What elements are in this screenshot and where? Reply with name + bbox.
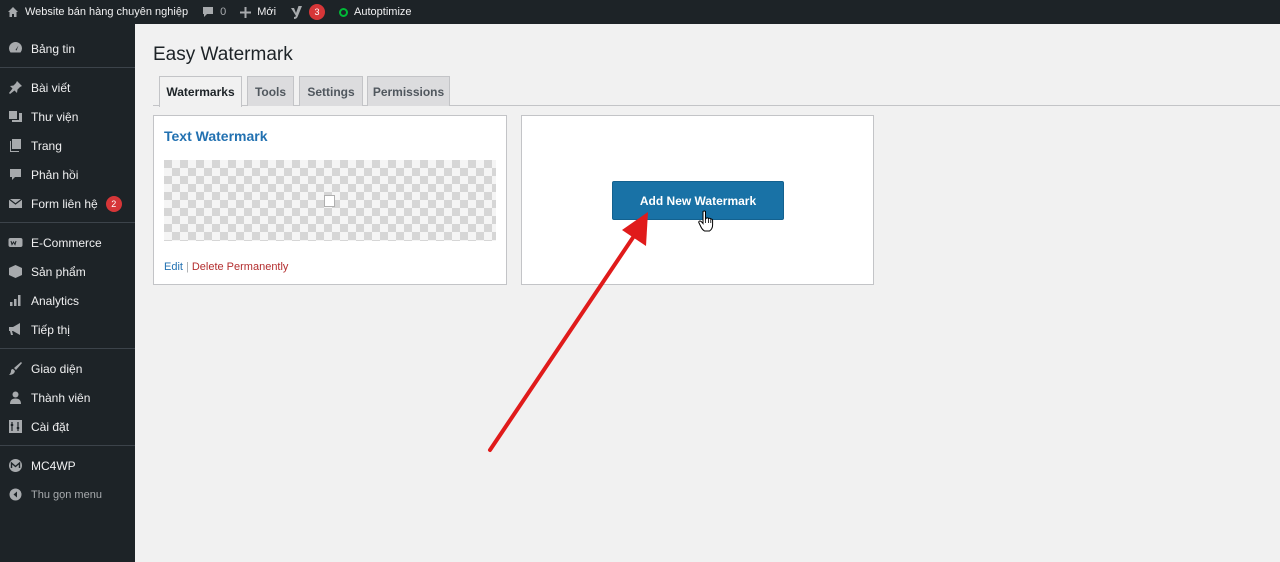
sidebar-item-label: Cài đặt <box>31 419 70 434</box>
settings-icon <box>8 419 23 434</box>
sidebar-item-dashboard[interactable]: Bảng tin <box>0 34 135 63</box>
sidebar-item-products[interactable]: Sản phẩm <box>0 257 135 286</box>
seo-badge: 3 <box>309 4 326 20</box>
admin-bar: Website bán hàng chuyên nghiệp 0 Mới 3 A… <box>0 0 1280 24</box>
autoptimize-label: Autoptimize <box>354 6 412 18</box>
sidebar-item-label: Analytics <box>31 293 80 308</box>
sidebar-item-label: Trang <box>31 138 62 153</box>
comment-icon <box>8 167 23 182</box>
menu-separator <box>0 222 135 223</box>
plus-icon <box>240 6 252 18</box>
edit-link[interactable]: Edit <box>164 261 183 273</box>
new-label: Mới <box>257 6 277 18</box>
tab-tools[interactable]: Tools <box>247 76 294 106</box>
megaphone-icon <box>8 322 23 337</box>
sidebar-item-mc4wp[interactable]: MC4WP <box>0 451 135 480</box>
brush-icon <box>8 361 23 376</box>
box-icon <box>8 264 23 279</box>
sidebar-item-appearance[interactable]: Giao diện <box>0 354 135 383</box>
menu-separator <box>0 445 135 446</box>
comments-link[interactable]: 0 <box>195 0 233 24</box>
sidebar-item-label: Thành viên <box>31 390 91 405</box>
sidebar-item-label: Phản hồi <box>31 167 79 182</box>
tab-watermarks[interactable]: Watermarks <box>159 76 242 107</box>
sidebar-item-label: MC4WP <box>31 458 76 473</box>
menu-separator <box>0 67 135 68</box>
tab-settings[interactable]: Settings <box>299 76 363 106</box>
admin-sidebar: Bảng tin Bài viết Thư viện Trang Phản hồ… <box>0 24 135 562</box>
watermark-title[interactable]: Text Watermark <box>164 128 267 144</box>
add-watermark-card: Add New Watermark <box>521 115 874 285</box>
page-icon <box>8 138 23 153</box>
site-name: Website bán hàng chuyên nghiệp <box>25 6 189 18</box>
sidebar-item-label: Giao diện <box>31 361 83 376</box>
dashboard-icon <box>8 41 23 56</box>
sidebar-item-posts[interactable]: Bài viết <box>0 73 135 102</box>
menu-separator <box>0 348 135 349</box>
comment-icon <box>203 7 214 17</box>
comments-count: 0 <box>220 6 227 18</box>
delete-permanently-link[interactable]: Delete Permanently <box>192 261 289 273</box>
mc4wp-icon <box>8 458 23 473</box>
user-icon <box>8 390 23 405</box>
yoast-icon <box>291 5 303 19</box>
sidebar-item-label: Thu gọn menu <box>31 488 102 501</box>
sidebar-item-label: Form liên hệ <box>31 196 98 211</box>
new-content-link[interactable]: Mới <box>233 0 283 24</box>
sidebar-item-comments[interactable]: Phản hồi <box>0 160 135 189</box>
watermark-card: Text Watermark Edit | Delete Permanently <box>153 115 507 285</box>
sidebar-item-pages[interactable]: Trang <box>0 131 135 160</box>
pin-icon <box>8 80 23 95</box>
sidebar-item-label: Thư viện <box>31 109 79 124</box>
watermark-preview <box>164 160 496 241</box>
home-icon <box>8 7 18 17</box>
woo-icon <box>8 235 23 250</box>
contact-form-badge: 2 <box>105 195 122 212</box>
broken-image-icon <box>324 195 335 207</box>
mail-icon <box>8 196 23 211</box>
main-content: Easy Watermark Watermarks Tools Settings… <box>135 24 1280 562</box>
watermark-actions: Edit | Delete Permanently <box>164 261 288 273</box>
bar-chart-icon <box>8 293 23 308</box>
media-icon <box>8 109 23 124</box>
sidebar-collapse-menu[interactable]: Thu gọn menu <box>0 480 135 509</box>
sidebar-item-contact-form[interactable]: Form liên hệ 2 <box>0 189 135 218</box>
sidebar-item-analytics[interactable]: Analytics <box>0 286 135 315</box>
sidebar-item-media[interactable]: Thư viện <box>0 102 135 131</box>
sidebar-item-settings[interactable]: Cài đặt <box>0 412 135 441</box>
sidebar-item-label: Tiếp thị <box>31 322 70 337</box>
sidebar-item-users[interactable]: Thành viên <box>0 383 135 412</box>
hand-cursor-icon <box>698 210 714 237</box>
sidebar-item-label: Sản phẩm <box>31 264 86 279</box>
sidebar-item-label: Bài viết <box>31 80 71 95</box>
sidebar-item-marketing[interactable]: Tiếp thị <box>0 315 135 344</box>
site-name-link[interactable]: Website bán hàng chuyên nghiệp <box>0 0 195 24</box>
page-title: Easy Watermark <box>153 44 293 65</box>
collapse-icon <box>8 487 23 502</box>
tab-permissions[interactable]: Permissions <box>367 76 450 106</box>
action-separator: | <box>185 261 189 273</box>
tab-bar: Watermarks Tools Settings Permissions <box>153 76 1280 107</box>
status-circle-icon <box>339 7 349 17</box>
sidebar-item-ecommerce[interactable]: E-Commerce <box>0 228 135 257</box>
autoptimize-menu[interactable]: Autoptimize <box>332 0 418 24</box>
seo-menu[interactable]: 3 <box>283 0 332 24</box>
sidebar-item-label: E-Commerce <box>31 235 102 250</box>
sidebar-item-label: Bảng tin <box>31 41 76 56</box>
